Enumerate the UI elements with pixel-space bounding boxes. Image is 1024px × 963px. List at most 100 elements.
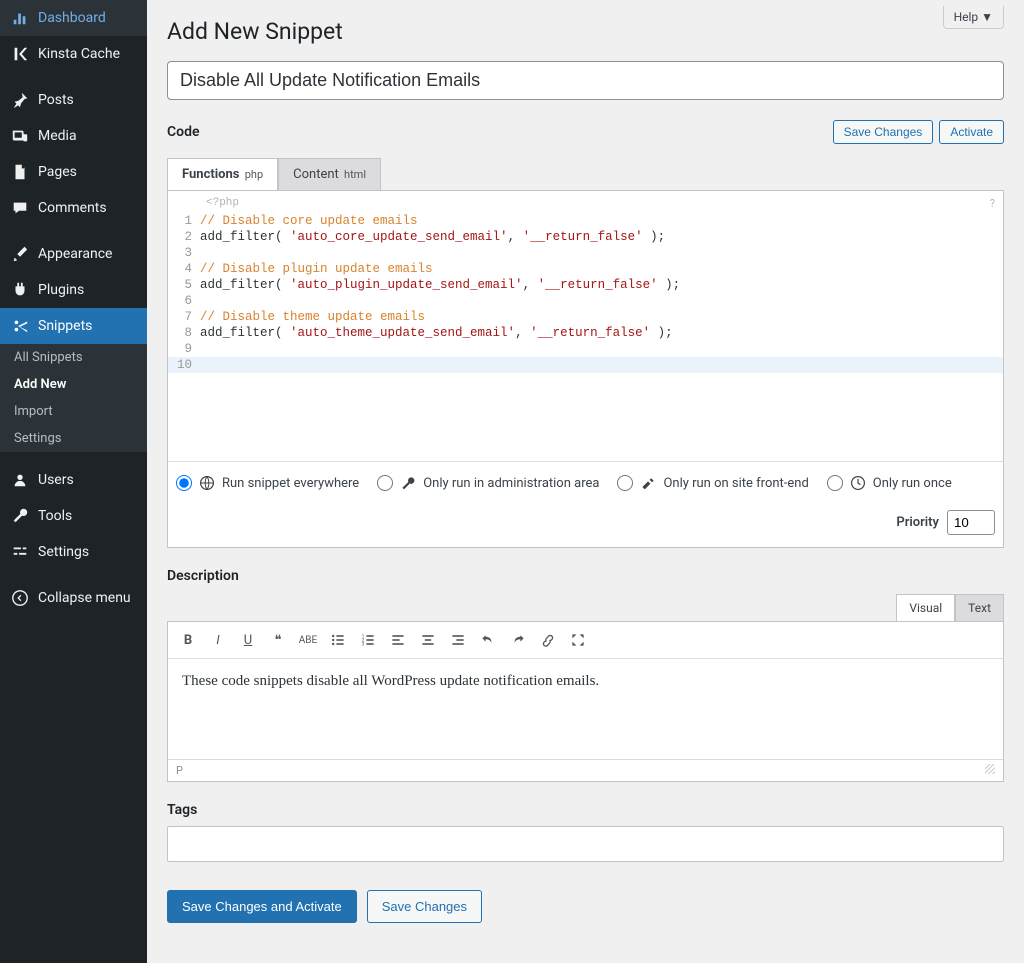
- brush-icon: [10, 244, 30, 264]
- opt-label: Only run in administration area: [423, 476, 599, 491]
- tags-section-title: Tags: [167, 802, 1004, 818]
- quote-icon[interactable]: ❝: [264, 626, 292, 654]
- comment-icon: [10, 198, 30, 218]
- code-editor[interactable]: <?php ? 1// Disable core update emails2a…: [167, 190, 1004, 548]
- opt-run-everywhere[interactable]: Run snippet everywhere: [176, 474, 359, 492]
- tab-ext: php: [245, 168, 263, 181]
- italic-icon[interactable]: I: [204, 626, 232, 654]
- tab-label: Content: [293, 167, 339, 182]
- menu-label: Snippets: [38, 318, 92, 334]
- menu-comments[interactable]: Comments: [0, 190, 147, 226]
- strikethrough-icon[interactable]: ABE: [294, 626, 322, 654]
- menu-label: Plugins: [38, 282, 84, 298]
- help-tab[interactable]: Help ▼: [943, 6, 1004, 29]
- menu-pages[interactable]: Pages: [0, 154, 147, 190]
- submenu-import[interactable]: Import: [0, 398, 147, 425]
- menu-tools[interactable]: Tools: [0, 498, 147, 534]
- resize-handle[interactable]: [985, 764, 995, 774]
- main-content: Help ▼ Add New Snippet Code Save Changes…: [147, 0, 1024, 963]
- page-title: Add New Snippet: [167, 18, 1004, 45]
- tab-content[interactable]: Content html: [278, 158, 381, 190]
- activate-button[interactable]: Activate: [939, 120, 1004, 144]
- menu-settings[interactable]: Settings: [0, 534, 147, 570]
- number-list-icon[interactable]: 123: [354, 626, 382, 654]
- submenu-settings[interactable]: Settings: [0, 425, 147, 452]
- redo-icon[interactable]: [504, 626, 532, 654]
- plug-icon: [10, 280, 30, 300]
- menu-media[interactable]: Media: [0, 118, 147, 154]
- collapse-menu[interactable]: Collapse menu: [0, 580, 147, 616]
- description-editor: B I U ❝ ABE 123 These code snippets disa…: [167, 621, 1004, 782]
- fullscreen-icon[interactable]: [564, 626, 592, 654]
- opt-run-admin[interactable]: Only run in administration area: [377, 474, 599, 492]
- editor-toolbar: B I U ❝ ABE 123: [168, 622, 1003, 659]
- user-icon: [10, 470, 30, 490]
- scissors-icon: [10, 316, 30, 336]
- tab-ext: html: [344, 168, 366, 181]
- kinsta-icon: [10, 44, 30, 64]
- menu-label: Pages: [38, 164, 77, 180]
- menu-posts[interactable]: Posts: [0, 82, 147, 118]
- align-center-icon[interactable]: [414, 626, 442, 654]
- menu-snippets[interactable]: Snippets: [0, 308, 147, 344]
- dashboard-icon: [10, 8, 30, 28]
- wrench-icon: [10, 506, 30, 526]
- clock-icon: [849, 474, 867, 492]
- save-changes-button[interactable]: Save Changes: [833, 120, 934, 144]
- menu-label: Dashboard: [38, 10, 106, 26]
- menu-kinsta-cache[interactable]: Kinsta Cache: [0, 36, 147, 72]
- tab-functions[interactable]: Functions php: [167, 158, 278, 190]
- snippets-submenu: All Snippets Add New Import Settings: [0, 344, 147, 452]
- menu-label: Appearance: [38, 246, 112, 262]
- menu-users[interactable]: Users: [0, 462, 147, 498]
- wrench-icon: [399, 474, 417, 492]
- tab-label: Functions: [182, 167, 239, 182]
- element-path: P: [176, 764, 183, 777]
- menu-label: Tools: [38, 508, 72, 524]
- code-section-title: Code: [167, 124, 200, 140]
- bold-icon[interactable]: B: [174, 626, 202, 654]
- menu-label: Users: [38, 472, 74, 488]
- priority-input[interactable]: [947, 510, 995, 535]
- menu-label: Settings: [38, 544, 89, 560]
- pin-icon: [10, 90, 30, 110]
- menu-label: Collapse menu: [38, 590, 131, 606]
- tags-input[interactable]: [167, 826, 1004, 862]
- svg-text:3: 3: [362, 642, 365, 648]
- opt-label: Run snippet everywhere: [222, 476, 359, 491]
- media-icon: [10, 126, 30, 146]
- description-content[interactable]: These code snippets disable all WordPres…: [168, 659, 1003, 759]
- menu-dashboard[interactable]: Dashboard: [0, 0, 147, 36]
- link-icon[interactable]: [534, 626, 562, 654]
- admin-sidebar: Dashboard Kinsta Cache Posts Media Pages…: [0, 0, 147, 963]
- bullet-list-icon[interactable]: [324, 626, 352, 654]
- align-left-icon[interactable]: [384, 626, 412, 654]
- underline-icon[interactable]: U: [234, 626, 262, 654]
- desc-tab-visual[interactable]: Visual: [896, 594, 955, 621]
- globe-icon: [198, 474, 216, 492]
- hammer-icon: [639, 474, 657, 492]
- opt-run-once[interactable]: Only run once: [827, 474, 952, 492]
- menu-label: Media: [38, 128, 77, 144]
- priority-label: Priority: [896, 515, 939, 530]
- menu-label: Comments: [38, 200, 107, 216]
- code-help-icon[interactable]: ?: [990, 197, 995, 210]
- description-section-title: Description: [167, 568, 1004, 584]
- run-options: Run snippet everywhere Only run in admin…: [168, 461, 1003, 547]
- align-right-icon[interactable]: [444, 626, 472, 654]
- undo-icon[interactable]: [474, 626, 502, 654]
- menu-plugins[interactable]: Plugins: [0, 272, 147, 308]
- submenu-all-snippets[interactable]: All Snippets: [0, 344, 147, 371]
- desc-tab-text[interactable]: Text: [955, 594, 1004, 621]
- menu-label: Posts: [38, 92, 74, 108]
- page-icon: [10, 162, 30, 182]
- snippet-title-input[interactable]: [167, 61, 1004, 100]
- sliders-icon: [10, 542, 30, 562]
- php-open-tag: <?php: [206, 197, 239, 209]
- collapse-icon: [10, 588, 30, 608]
- menu-label: Kinsta Cache: [38, 46, 120, 62]
- submenu-add-new[interactable]: Add New: [0, 371, 147, 398]
- opt-run-frontend[interactable]: Only run on site front-end: [617, 474, 808, 492]
- opt-label: Only run once: [873, 476, 952, 491]
- menu-appearance[interactable]: Appearance: [0, 236, 147, 272]
